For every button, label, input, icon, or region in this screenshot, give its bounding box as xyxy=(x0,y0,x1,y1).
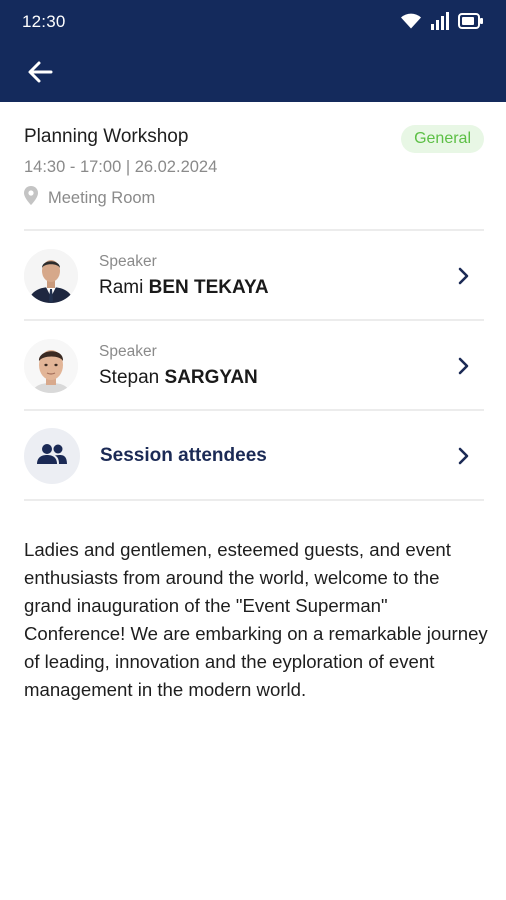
speaker-name: Rami BEN TEKAYA xyxy=(99,277,452,299)
attendees-icon-circle xyxy=(24,428,80,484)
speaker-last-name: SARGYAN xyxy=(164,367,258,388)
signal-icon xyxy=(431,11,449,35)
session-header: Planning Workshop General 14:30 - 17:00 … xyxy=(24,118,484,218)
back-button[interactable] xyxy=(22,56,58,92)
session-title: Planning Workshop xyxy=(24,126,189,147)
session-attendees-row[interactable]: Session attendees xyxy=(24,412,484,500)
speaker-info: Speaker Stepan SARGYAN xyxy=(99,343,452,389)
speaker-row-rami[interactable]: Speaker Rami BEN TEKAYA xyxy=(24,232,484,320)
chevron-right-icon xyxy=(452,264,476,288)
session-attendees-label: Session attendees xyxy=(100,445,267,466)
divider xyxy=(24,409,484,411)
speaker-first-name: Stepan xyxy=(99,367,160,388)
speaker-last-name: BEN TEKAYA xyxy=(148,277,269,298)
arrow-left-icon xyxy=(27,60,53,89)
chevron-right-icon xyxy=(452,354,476,378)
category-badge: General xyxy=(401,125,484,153)
speaker-role: Speaker xyxy=(99,343,157,360)
speaker-info: Speaker Rami BEN TEKAYA xyxy=(99,253,452,299)
speaker-avatar xyxy=(24,339,78,393)
divider xyxy=(24,499,484,501)
speaker-avatar xyxy=(24,249,78,303)
status-time: 12:30 xyxy=(22,12,66,31)
session-location: Meeting Room xyxy=(24,186,155,210)
chevron-right-icon xyxy=(452,444,476,468)
battery-icon xyxy=(458,12,484,34)
location-label: Meeting Room xyxy=(48,188,156,207)
status-bar: 12:30 xyxy=(0,0,506,46)
divider xyxy=(24,319,484,321)
speaker-row-stepan[interactable]: Speaker Stepan SARGYAN xyxy=(24,322,484,410)
location-pin-icon xyxy=(24,186,38,210)
speaker-role: Speaker xyxy=(99,253,157,270)
people-icon xyxy=(36,443,68,470)
app-bar xyxy=(0,46,506,102)
session-time: 14:30 - 17:00 | 26.02.2024 xyxy=(24,158,218,176)
divider xyxy=(24,229,484,231)
wifi-icon xyxy=(400,12,422,35)
speaker-first-name: Rami xyxy=(99,277,144,298)
status-icons xyxy=(400,11,484,35)
session-description: Ladies and gentlemen, esteemed guests, a… xyxy=(24,539,488,700)
speaker-name: Stepan SARGYAN xyxy=(99,367,452,389)
